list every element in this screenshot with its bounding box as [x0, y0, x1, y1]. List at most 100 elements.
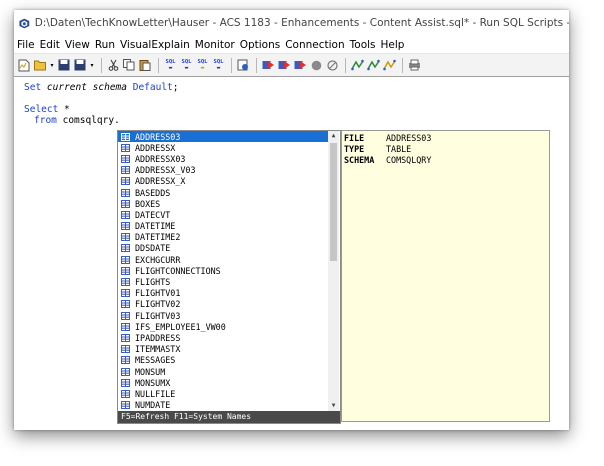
table-icon: [121, 199, 130, 208]
scroll-down-icon[interactable]: ▼: [328, 401, 339, 411]
content-assist-item[interactable]: FLIGHTCONNECTIONS: [118, 265, 328, 276]
content-assist-popup: ADDRESS03 ADDRESSX ADDRESSX03 ADDRESSX_V03 A…: [117, 130, 341, 424]
save-as-button[interactable]: [73, 58, 87, 72]
toolbar-separator: [402, 57, 403, 73]
menu-edit[interactable]: Edit: [40, 39, 60, 51]
sql-editor[interactable]: Set current schema Default; Select * fro…: [14, 76, 569, 430]
content-assist-item[interactable]: MESSAGES: [118, 355, 328, 366]
disconnect-button[interactable]: [366, 58, 380, 72]
detail-value: COMSQLQRY: [386, 155, 432, 166]
printer-icon: [408, 59, 420, 71]
content-assist-item[interactable]: ADDRESSX_X: [118, 176, 328, 187]
content-assist-item[interactable]: ADDRESSX03: [118, 153, 328, 164]
network-icon: [382, 59, 396, 71]
toolbar: ▾ ▾ SQL ▬ SQL ▬ SQL ▬ SQL ▬: [14, 53, 569, 77]
open-dropdown-button[interactable]: ▾: [49, 58, 55, 72]
menu-visualexplain[interactable]: VisualExplain: [120, 39, 190, 51]
table-icon: [121, 222, 130, 231]
content-assist-item[interactable]: FLIGHTS: [118, 276, 328, 287]
run-from-button[interactable]: SQL ▬: [195, 58, 210, 72]
code-line-3: from comsqlqry.: [34, 115, 120, 126]
paste-button[interactable]: [138, 58, 152, 72]
run-selected-button[interactable]: SQL ▬: [179, 58, 194, 72]
open-folder-icon: [33, 60, 46, 71]
content-assist-item[interactable]: NULLFILE: [118, 388, 328, 399]
code-keyword: Select: [24, 104, 59, 115]
table-icon: [121, 244, 130, 253]
menu-help[interactable]: Help: [381, 39, 405, 51]
scroll-up-icon[interactable]: ▲: [328, 131, 339, 141]
content-assist-item[interactable]: DATETIME: [118, 221, 328, 232]
code-keyword: Default: [132, 82, 173, 93]
content-assist-scrollbar[interactable]: ▲ ▼: [328, 131, 339, 411]
run-all-button[interactable]: SQL ▬: [211, 58, 226, 72]
content-assist-item-label: FLIGHTS: [135, 277, 171, 288]
explain-only-button[interactable]: [293, 58, 307, 72]
menu-bar: File Edit View Run VisualExplain Monitor…: [14, 36, 569, 53]
content-assist-item[interactable]: IFS_EMPLOYEE1_VW00: [118, 321, 328, 332]
content-assist-item[interactable]: FLIGHTV01: [118, 288, 328, 299]
content-assist-item[interactable]: ADDRESSX_V03: [118, 165, 328, 176]
detail-key: TYPE: [344, 144, 365, 155]
save-icon: [58, 59, 70, 71]
content-assist-item[interactable]: MONSUMX: [118, 377, 328, 388]
save-button[interactable]: [57, 58, 71, 72]
code-line-1: Set current schema Default;: [24, 82, 179, 93]
table-icon: [121, 300, 130, 309]
content-assist-item[interactable]: BASEDDS: [118, 187, 328, 198]
script-icon: [237, 59, 248, 71]
content-assist-item[interactable]: EXCHGCURR: [118, 254, 328, 265]
menu-tools[interactable]: Tools: [350, 39, 376, 51]
content-assist-item[interactable]: ADDRESS03: [118, 131, 328, 143]
menu-file[interactable]: File: [17, 39, 35, 51]
code-keyword: Set: [24, 82, 42, 93]
menu-options[interactable]: Options: [240, 39, 281, 51]
content-assist-item-label: FLIGHTV01: [135, 288, 181, 299]
connect-button[interactable]: [350, 58, 364, 72]
code-text: ;: [172, 82, 179, 93]
visual-explain-button[interactable]: [261, 58, 275, 72]
content-assist-item-label: IPADDRESS: [135, 332, 181, 343]
table-icon: [121, 255, 130, 264]
content-assist-list[interactable]: ADDRESS03 ADDRESSX ADDRESSX03 ADDRESSX_V03 A…: [118, 131, 328, 411]
cut-button[interactable]: [106, 58, 120, 72]
content-assist-item[interactable]: DATETIME2: [118, 232, 328, 243]
content-assist-item[interactable]: MONSUM: [118, 366, 328, 377]
content-assist-item[interactable]: IPADDRESS: [118, 332, 328, 343]
content-assist-item[interactable]: NUMDATE: [118, 400, 328, 411]
new-file-button[interactable]: [17, 58, 31, 72]
content-assist-item[interactable]: BOXES: [118, 198, 328, 209]
content-assist-item[interactable]: DATECVT: [118, 209, 328, 220]
content-assist-item-label: DATECVT: [135, 209, 171, 220]
scrollbar-thumb[interactable]: [330, 143, 337, 261]
content-assist-item[interactable]: ADDRESSX: [118, 142, 328, 153]
stop-button[interactable]: [309, 58, 323, 72]
menu-connection[interactable]: Connection: [285, 39, 344, 51]
menu-view[interactable]: View: [65, 39, 90, 51]
table-icon: [121, 166, 130, 175]
menu-monitor[interactable]: Monitor: [195, 39, 235, 51]
content-assist-item-label: EXCHGCURR: [135, 254, 181, 265]
cancel-request-button[interactable]: [325, 58, 339, 72]
content-assist-item[interactable]: FLIGHTV03: [118, 310, 328, 321]
sql-arrow-icon: ▬: [168, 65, 173, 71]
run-and-explain-button[interactable]: [277, 58, 291, 72]
print-button[interactable]: [407, 58, 421, 72]
content-assist-item[interactable]: DDSDATE: [118, 243, 328, 254]
table-icon: [121, 289, 130, 298]
save-dropdown-button[interactable]: ▾: [89, 58, 95, 72]
content-assist-item-label: NUMDATE: [135, 400, 171, 411]
copy-button[interactable]: [122, 58, 136, 72]
table-icon: [121, 210, 130, 219]
table-icon: [121, 266, 130, 275]
content-assist-item[interactable]: FLIGHTV02: [118, 299, 328, 310]
reconnect-button[interactable]: [382, 58, 396, 72]
run-sql-button[interactable]: SQL ▬: [163, 58, 178, 72]
table-icon: [121, 322, 130, 331]
run-script-button[interactable]: [236, 58, 250, 72]
content-assist-item-label: ADDRESSX: [135, 142, 176, 153]
table-icon: [121, 233, 130, 242]
open-button[interactable]: [33, 58, 47, 72]
menu-run[interactable]: Run: [95, 39, 115, 51]
content-assist-item[interactable]: ITEMMASTX: [118, 344, 328, 355]
